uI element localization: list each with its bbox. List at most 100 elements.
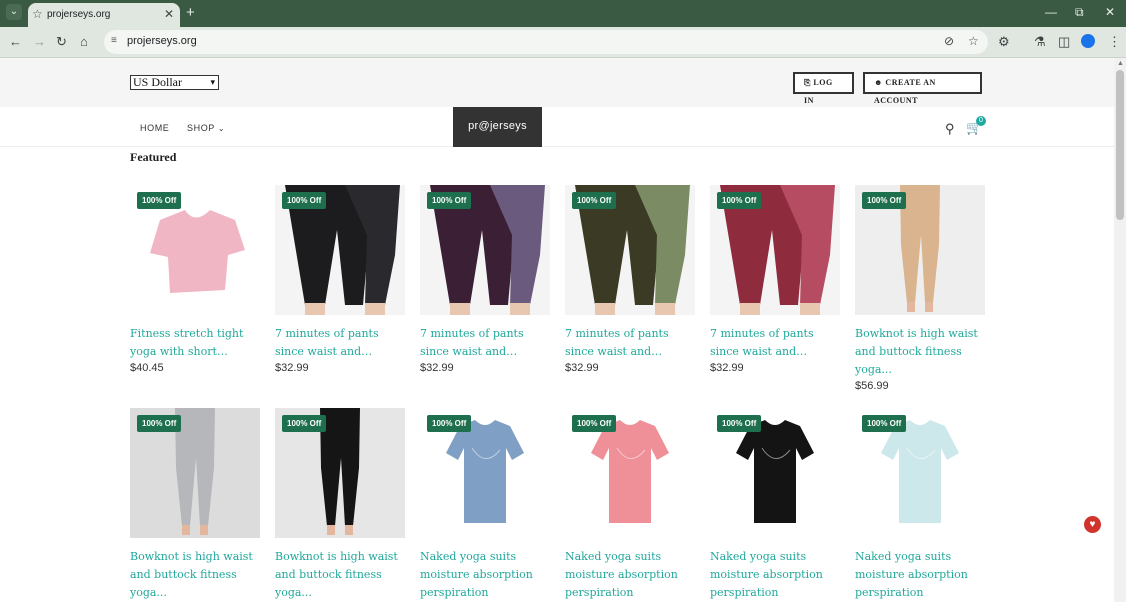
product-card[interactable]: 100% Off 7 minutes of pants since waist a…	[710, 185, 840, 374]
product-price: $40.45	[130, 362, 164, 374]
product-image[interactable]: 100% Off	[855, 408, 985, 538]
product-name[interactable]: 7 minutes of pants since waist and butto…	[420, 325, 545, 361]
discount-badge: 100% Off	[427, 415, 472, 432]
home-icon[interactable]: ⌂	[80, 34, 88, 49]
chat-widget-icon[interactable]: ♥	[1084, 516, 1101, 533]
product-image[interactable]: 100% Off	[855, 185, 985, 315]
discount-badge: 100% Off	[862, 192, 907, 209]
section-title: Featured	[130, 150, 177, 164]
page-scrollbar[interactable]: ▲	[1114, 58, 1126, 602]
product-price: $32.99	[420, 362, 454, 374]
create-account-label: CREATE AN ACCOUNT	[874, 78, 936, 105]
currency-value: US Dollar	[133, 75, 182, 89]
product-price: $32.99	[275, 362, 309, 374]
top-bar: US Dollar ▾ ⎘ LOG IN ☻ CREATE AN ACCOUNT	[0, 58, 1114, 107]
login-button[interactable]: ⎘ LOG IN	[793, 72, 854, 105]
nav-shop-label: SHOP	[187, 123, 215, 133]
menu-icon[interactable]: ⋮	[1108, 34, 1121, 50]
browser-tab-bar: ⌄ ☆ projerseys.org ✕ + — ⧉ ✕	[0, 0, 1126, 27]
product-card[interactable]: 100% Off 7 minutes of pants since waist a…	[275, 185, 405, 374]
chevron-down-icon: ⌄	[217, 124, 226, 133]
product-card[interactable]: 100% Off 7 minutes of pants since waist a…	[420, 185, 550, 374]
nav-home[interactable]: HOME	[140, 123, 169, 133]
restore-icon[interactable]: ⧉	[1075, 5, 1084, 20]
chevron-down-icon: ▾	[210, 77, 215, 87]
product-name[interactable]: Bowknot is high waist and buttock fitnes…	[275, 548, 400, 602]
site-info-icon[interactable]: ≡	[111, 35, 117, 46]
scroll-thumb[interactable]	[1116, 70, 1124, 220]
address-bar[interactable]: ≡ projerseys.org ⊘ ☆	[104, 30, 988, 54]
tab-search-icon[interactable]: ⌄	[6, 4, 22, 20]
page-content: US Dollar ▾ ⎘ LOG IN ☻ CREATE AN ACCOUNT…	[0, 58, 1114, 602]
product-name[interactable]: Bowknot is high waist and buttock fitnes…	[855, 325, 980, 379]
nav-shop[interactable]: SHOP ⌄	[187, 123, 225, 133]
product-card[interactable]: 100% Off Naked yoga suits moisture absorp…	[710, 408, 840, 602]
minimize-icon[interactable]: —	[1045, 5, 1057, 19]
product-price: $32.99	[710, 362, 744, 374]
browser-tab[interactable]: ☆ projerseys.org ✕	[28, 3, 180, 27]
product-image[interactable]: 100% Off	[130, 185, 260, 315]
new-tab-icon[interactable]: +	[186, 4, 195, 21]
url-text: projerseys.org	[127, 35, 197, 47]
product-image[interactable]: 100% Off	[420, 408, 550, 538]
discount-badge: 100% Off	[572, 192, 617, 209]
discount-badge: 100% Off	[137, 192, 182, 209]
product-name[interactable]: Fitness stretch tight yoga with short sl…	[130, 325, 255, 361]
product-name[interactable]: 7 minutes of pants since waist and butto…	[710, 325, 835, 361]
product-card[interactable]: 100% Off Bowknot is high waist and buttoc…	[130, 408, 260, 602]
product-name[interactable]: Naked yoga suits moisture absorption per…	[565, 548, 690, 602]
product-card[interactable]: 100% Off 7 minutes of pants since waist a…	[565, 185, 695, 374]
cart-count-badge: 0	[976, 116, 986, 126]
discount-badge: 100% Off	[572, 415, 617, 432]
currency-select[interactable]: US Dollar ▾	[130, 75, 219, 90]
window-close-icon[interactable]: ✕	[1105, 5, 1115, 19]
product-image[interactable]: 100% Off	[710, 408, 840, 538]
product-card[interactable]: 100% Off Fitness stretch tight yoga with …	[130, 185, 260, 374]
product-name[interactable]: Naked yoga suits moisture absorption per…	[420, 548, 545, 602]
product-card[interactable]: 100% Off Naked yoga suits moisture absorp…	[565, 408, 695, 602]
product-name[interactable]: 7 minutes of pants since waist and butto…	[275, 325, 400, 361]
extensions-icon[interactable]: ⚙	[998, 34, 1010, 50]
product-image[interactable]: 100% Off	[275, 408, 405, 538]
reload-icon[interactable]: ↻	[56, 34, 67, 50]
product-name[interactable]: 7 minutes of pants since waist and butto…	[565, 325, 690, 361]
product-card[interactable]: 100% Off Naked yoga suits moisture absorp…	[855, 408, 985, 602]
product-card[interactable]: 100% Off Bowknot is high waist and buttoc…	[855, 185, 985, 392]
discount-badge: 100% Off	[717, 415, 762, 432]
main-nav: HOME SHOP ⌄ pr@jerseys ⚲ 🛒 0	[0, 107, 1114, 147]
search-icon[interactable]: ⚲	[945, 121, 955, 137]
login-icon: ⎘	[804, 78, 811, 87]
forward-icon[interactable]: →	[33, 34, 46, 49]
product-price: $32.99	[565, 362, 599, 374]
profile-avatar[interactable]	[1081, 34, 1095, 48]
product-name[interactable]: Bowknot is high waist and buttock fitnes…	[130, 548, 255, 602]
side-panel-icon[interactable]: ◫	[1058, 34, 1070, 50]
product-price: $56.99	[855, 380, 889, 392]
close-tab-icon[interactable]: ✕	[164, 7, 174, 21]
bookmark-icon[interactable]: ☆	[968, 34, 979, 48]
product-image[interactable]: 100% Off	[565, 185, 695, 315]
scroll-up-icon[interactable]: ▲	[1117, 60, 1124, 67]
tab-title: projerseys.org	[47, 9, 111, 20]
product-name[interactable]: Naked yoga suits moisture absorption per…	[710, 548, 835, 602]
create-account-button[interactable]: ☻ CREATE AN ACCOUNT	[863, 72, 982, 105]
product-image[interactable]: 100% Off	[130, 408, 260, 538]
discount-badge: 100% Off	[137, 415, 182, 432]
product-image[interactable]: 100% Off	[420, 185, 550, 315]
add-user-icon: ☻	[874, 78, 883, 87]
product-card[interactable]: 100% Off Naked yoga suits moisture absorp…	[420, 408, 550, 602]
discount-badge: 100% Off	[282, 192, 327, 209]
product-image[interactable]: 100% Off	[565, 408, 695, 538]
discount-badge: 100% Off	[862, 415, 907, 432]
back-icon[interactable]: ←	[9, 34, 22, 49]
product-name[interactable]: Naked yoga suits moisture absorption per…	[855, 548, 980, 602]
labs-icon[interactable]: ⚗	[1034, 34, 1046, 50]
browser-toolbar: ← → ↻ ⌂ ≡ projerseys.org ⊘ ☆ ⚙ ⚗ ◫ ⋮	[0, 27, 1126, 58]
discount-badge: 100% Off	[717, 192, 762, 209]
product-image[interactable]: 100% Off	[275, 185, 405, 315]
product-image[interactable]: 100% Off	[710, 185, 840, 315]
eye-slash-icon[interactable]: ⊘	[944, 34, 954, 48]
product-card[interactable]: 100% Off Bowknot is high waist and buttoc…	[275, 408, 405, 602]
bookmark-star-icon: ☆	[32, 7, 43, 21]
site-logo[interactable]: pr@jerseys	[453, 107, 542, 147]
